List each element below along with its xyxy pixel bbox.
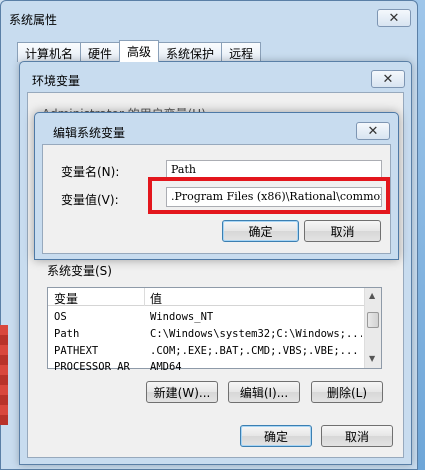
- column-separator[interactable]: [144, 288, 145, 306]
- system-variables-list[interactable]: 变量 值 OS Windows_NT Path C:\Windows\syste…: [47, 287, 382, 370]
- env-close-button[interactable]: ✕: [371, 70, 405, 88]
- edit-dialog-client: 变量名(N): Path 变量值(V): .Program Files (x86…: [42, 144, 391, 254]
- env-ok-button[interactable]: 确定: [240, 425, 312, 447]
- column-header-variable[interactable]: 变量: [54, 290, 78, 307]
- scroll-thumb[interactable]: [367, 312, 379, 328]
- variable-name-input[interactable]: Path: [166, 160, 382, 180]
- close-icon: ✕: [367, 123, 379, 139]
- edit-cancel-button[interactable]: 取消: [304, 220, 381, 242]
- delete-variable-button[interactable]: 删除(L): [311, 381, 383, 403]
- tab-remote[interactable]: 远程: [221, 42, 262, 62]
- new-variable-button[interactable]: 新建(W)...: [146, 381, 218, 403]
- row-variable: PATHEXT: [54, 345, 99, 357]
- close-icon: ✕: [382, 71, 394, 87]
- row-value: C:\Windows\system32;C:\Windows;...: [150, 328, 362, 340]
- variable-value-input[interactable]: .Program Files (x86)\Rational\common: [166, 187, 382, 207]
- system-properties-titlebar[interactable]: 系统属性 ✕: [1, 1, 417, 31]
- tab-strip: 计算机名 硬件 高级 系统保护 远程: [17, 40, 262, 62]
- edit-close-button[interactable]: ✕: [356, 122, 390, 140]
- row-variable: Path: [54, 328, 80, 340]
- table-row[interactable]: OS Windows_NT: [48, 310, 364, 326]
- table-row[interactable]: PATHEXT .COM;.EXE;.BAT;.CMD;.VBS;.VBE;..…: [48, 344, 364, 360]
- env-cancel-button[interactable]: 取消: [321, 425, 393, 447]
- background-window-edge: [0, 325, 8, 425]
- column-header-value[interactable]: 值: [150, 290, 162, 307]
- row-value: .COM;.EXE;.BAT;.CMD;.VBS;.VBE;...: [150, 345, 359, 357]
- tab-system-protection[interactable]: 系统保护: [158, 42, 223, 62]
- table-row[interactable]: Path C:\Windows\system32;C:\Windows;...: [48, 327, 364, 343]
- row-value: AMD64: [150, 361, 182, 370]
- tab-hardware[interactable]: 硬件: [80, 42, 121, 62]
- env-window-title: 环境变量: [32, 74, 81, 88]
- scroll-up-icon[interactable]: ▲: [369, 291, 375, 300]
- edit-dialog-title: 编辑系统变量: [53, 126, 126, 140]
- edit-system-variable-dialog: 编辑系统变量 ✕ 变量名(N): Path 变量值(V): .Program F…: [34, 112, 399, 260]
- list-header: 变量 值: [48, 288, 364, 306]
- edit-ok-button[interactable]: 确定: [222, 220, 299, 242]
- scroll-down-icon[interactable]: ▼: [369, 354, 375, 363]
- close-icon: ✕: [388, 10, 400, 26]
- system-variables-label: 系统变量(S): [47, 264, 112, 278]
- variable-value-label: 变量值(V):: [61, 193, 119, 207]
- window-title: 系统属性: [9, 13, 58, 27]
- table-row[interactable]: PROCESSOR_AR AMD64: [48, 360, 364, 370]
- vertical-scrollbar[interactable]: ▲ ▼: [364, 288, 381, 368]
- close-button[interactable]: ✕: [377, 9, 411, 27]
- tab-computer-name[interactable]: 计算机名: [17, 42, 82, 62]
- edit-variable-button[interactable]: 编辑(I)...: [228, 381, 300, 403]
- row-variable: PROCESSOR_AR: [54, 361, 130, 370]
- tab-advanced[interactable]: 高级: [119, 40, 160, 62]
- row-value: Windows_NT: [150, 311, 214, 323]
- variable-name-label: 变量名(N):: [61, 165, 120, 179]
- row-variable: OS: [54, 311, 67, 323]
